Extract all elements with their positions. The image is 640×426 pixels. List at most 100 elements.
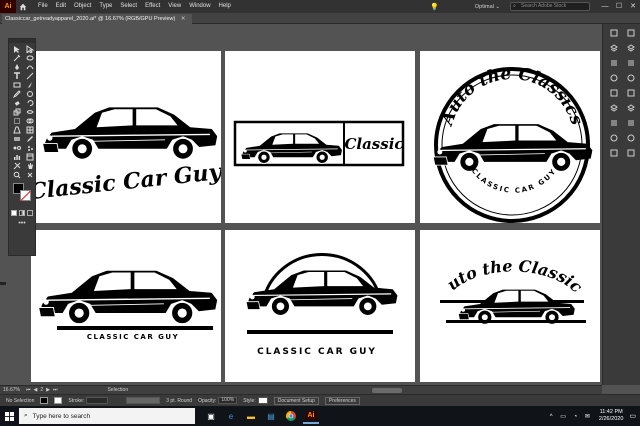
line-tool-icon[interactable] — [23, 71, 36, 80]
artboards-panel-icon[interactable] — [608, 27, 620, 39]
swatches-panel-icon[interactable] — [608, 102, 620, 114]
menu-file[interactable]: File — [34, 0, 52, 13]
maximize-button[interactable]: ☐ — [612, 0, 626, 13]
zoom-level[interactable]: 16.67% — [0, 387, 22, 393]
toggle-icon[interactable] — [23, 170, 36, 179]
artboard-4[interactable]: CLASSIC CAR GUY — [31, 230, 221, 382]
magic-wand-icon[interactable] — [10, 53, 23, 62]
selection-tool-icon[interactable] — [10, 44, 23, 53]
edge-icon[interactable]: e — [223, 408, 239, 424]
home-icon[interactable] — [16, 0, 30, 13]
notification-icon[interactable]: ▭ — [629, 412, 636, 420]
layers-panel-icon[interactable] — [608, 42, 620, 54]
menu-view[interactable]: View — [164, 0, 185, 13]
shaper-icon[interactable] — [23, 89, 36, 98]
stroke-weight-field[interactable] — [86, 397, 109, 404]
artboard-tool-icon[interactable] — [23, 152, 36, 161]
last-artboard-icon[interactable]: ⏭ — [53, 387, 58, 393]
variable-width-field[interactable] — [126, 397, 161, 404]
shape-builder-icon[interactable] — [23, 116, 36, 125]
zoom-icon[interactable] — [10, 170, 23, 179]
tray-icons[interactable]: ^ ▭ ◔ ✉ — [550, 413, 593, 420]
store-icon[interactable]: ▤ — [263, 408, 279, 424]
stroke-panel-icon[interactable] — [625, 57, 637, 69]
color-panel-icon[interactable] — [608, 87, 620, 99]
artboard-6[interactable]: Auto the Classics — [420, 230, 600, 382]
document-setup-button[interactable]: Document Setup — [273, 396, 319, 405]
properties-panel-icon[interactable] — [608, 57, 620, 69]
stroke-swatch[interactable] — [20, 190, 31, 201]
menu-edit[interactable]: Edit — [52, 0, 70, 13]
brushes-panel-icon[interactable] — [608, 117, 620, 129]
fill-stroke-control[interactable] — [11, 183, 33, 207]
next-artboard-icon[interactable]: ▶ — [46, 387, 50, 393]
symbol-sprayer-icon[interactable] — [23, 143, 36, 152]
taskbar-search-box[interactable]: ⌕ Type here to search — [19, 408, 195, 424]
mesh-icon[interactable] — [23, 125, 36, 134]
preferences-button[interactable]: Preferences — [324, 396, 360, 405]
menu-select[interactable]: Select — [116, 0, 141, 13]
character-panel-icon[interactable] — [625, 27, 637, 39]
task-view-icon[interactable]: ▣ — [203, 408, 219, 424]
file-explorer-icon[interactable]: ▬ — [243, 408, 259, 424]
minimize-button[interactable]: — — [598, 0, 612, 13]
opacity-field[interactable]: 100% — [218, 397, 238, 404]
start-button[interactable] — [0, 406, 18, 426]
lightbulb-icon[interactable]: 💡 — [430, 3, 439, 11]
width-icon[interactable] — [23, 107, 36, 116]
style-field[interactable] — [257, 397, 268, 404]
menu-type[interactable]: Type — [95, 0, 116, 13]
artboard-1[interactable]: Classic Car Guy — [31, 51, 221, 223]
graph-icon[interactable] — [10, 152, 23, 161]
transform-panel-icon[interactable] — [625, 147, 637, 159]
slice-icon[interactable] — [10, 161, 23, 170]
gradient-panel-icon[interactable] — [625, 72, 637, 84]
stock-search-field[interactable]: ⌕ Search Adobe Stock — [510, 2, 590, 11]
horizontal-scrollbar[interactable] — [372, 388, 402, 393]
pen-tool-icon[interactable] — [10, 62, 23, 71]
document-tab[interactable]: Classiccar_getreadyapparel_2020.ai* @ 16… — [2, 14, 192, 24]
perspective-icon[interactable] — [10, 125, 23, 134]
gradient-mode-button[interactable] — [19, 210, 25, 216]
direct-selection-tool-icon[interactable] — [23, 44, 36, 53]
menu-window[interactable]: Window — [185, 0, 214, 13]
rectangle-tool-icon[interactable] — [10, 80, 23, 89]
close-tab-icon[interactable]: ✕ — [181, 16, 186, 22]
illustrator-taskbar-icon[interactable]: Ai — [303, 408, 319, 424]
pencil-icon[interactable] — [10, 89, 23, 98]
clock[interactable]: 11:42 PM 2/26/2020 — [599, 409, 623, 423]
paintbrush-icon[interactable] — [23, 80, 36, 89]
libraries-panel-icon[interactable] — [608, 72, 620, 84]
brush-label[interactable]: 3 pt. Round — [166, 398, 192, 404]
prev-artboard-icon[interactable]: ◀ — [34, 387, 38, 393]
chrome-icon[interactable] — [283, 408, 299, 424]
type-tool-icon[interactable] — [10, 71, 23, 80]
curvature-icon[interactable] — [23, 62, 36, 71]
appearance-panel-icon[interactable] — [625, 102, 637, 114]
edit-toolbar-icon[interactable]: ••• — [9, 220, 35, 227]
artboard-2[interactable]: Classic — [225, 51, 415, 223]
lasso-icon[interactable] — [23, 53, 36, 62]
close-window-button[interactable]: ✕ — [626, 0, 640, 13]
align-panel-icon[interactable] — [625, 117, 637, 129]
artboard-3[interactable]: Auto the Classics CLASSIC CAR GUY — [420, 51, 600, 223]
rotate-icon[interactable] — [23, 98, 36, 107]
eyedropper-icon[interactable] — [23, 134, 36, 143]
color-mode-button[interactable] — [11, 210, 17, 216]
pathfinder-panel-icon[interactable] — [625, 132, 637, 144]
menu-effect[interactable]: Effect — [141, 0, 164, 13]
artboard-5[interactable]: CLASSIC CAR GUY — [225, 230, 415, 382]
artboard-number[interactable]: 2 — [40, 387, 43, 393]
eraser-icon[interactable] — [10, 98, 23, 107]
canvas[interactable]: Classic Car Guy Classic Auto the Classic… — [0, 24, 602, 385]
menu-help[interactable]: Help — [215, 0, 235, 13]
hand-icon[interactable] — [23, 161, 36, 170]
control-stroke-swatch[interactable] — [54, 397, 63, 404]
graphic-styles-panel-icon[interactable] — [608, 147, 620, 159]
blend-icon[interactable] — [10, 143, 23, 152]
free-transform-icon[interactable] — [10, 116, 23, 125]
control-fill-swatch[interactable] — [40, 397, 49, 404]
first-artboard-icon[interactable]: ⏮ — [26, 387, 31, 393]
symbols-panel-icon[interactable] — [608, 132, 620, 144]
scale-icon[interactable] — [10, 107, 23, 116]
